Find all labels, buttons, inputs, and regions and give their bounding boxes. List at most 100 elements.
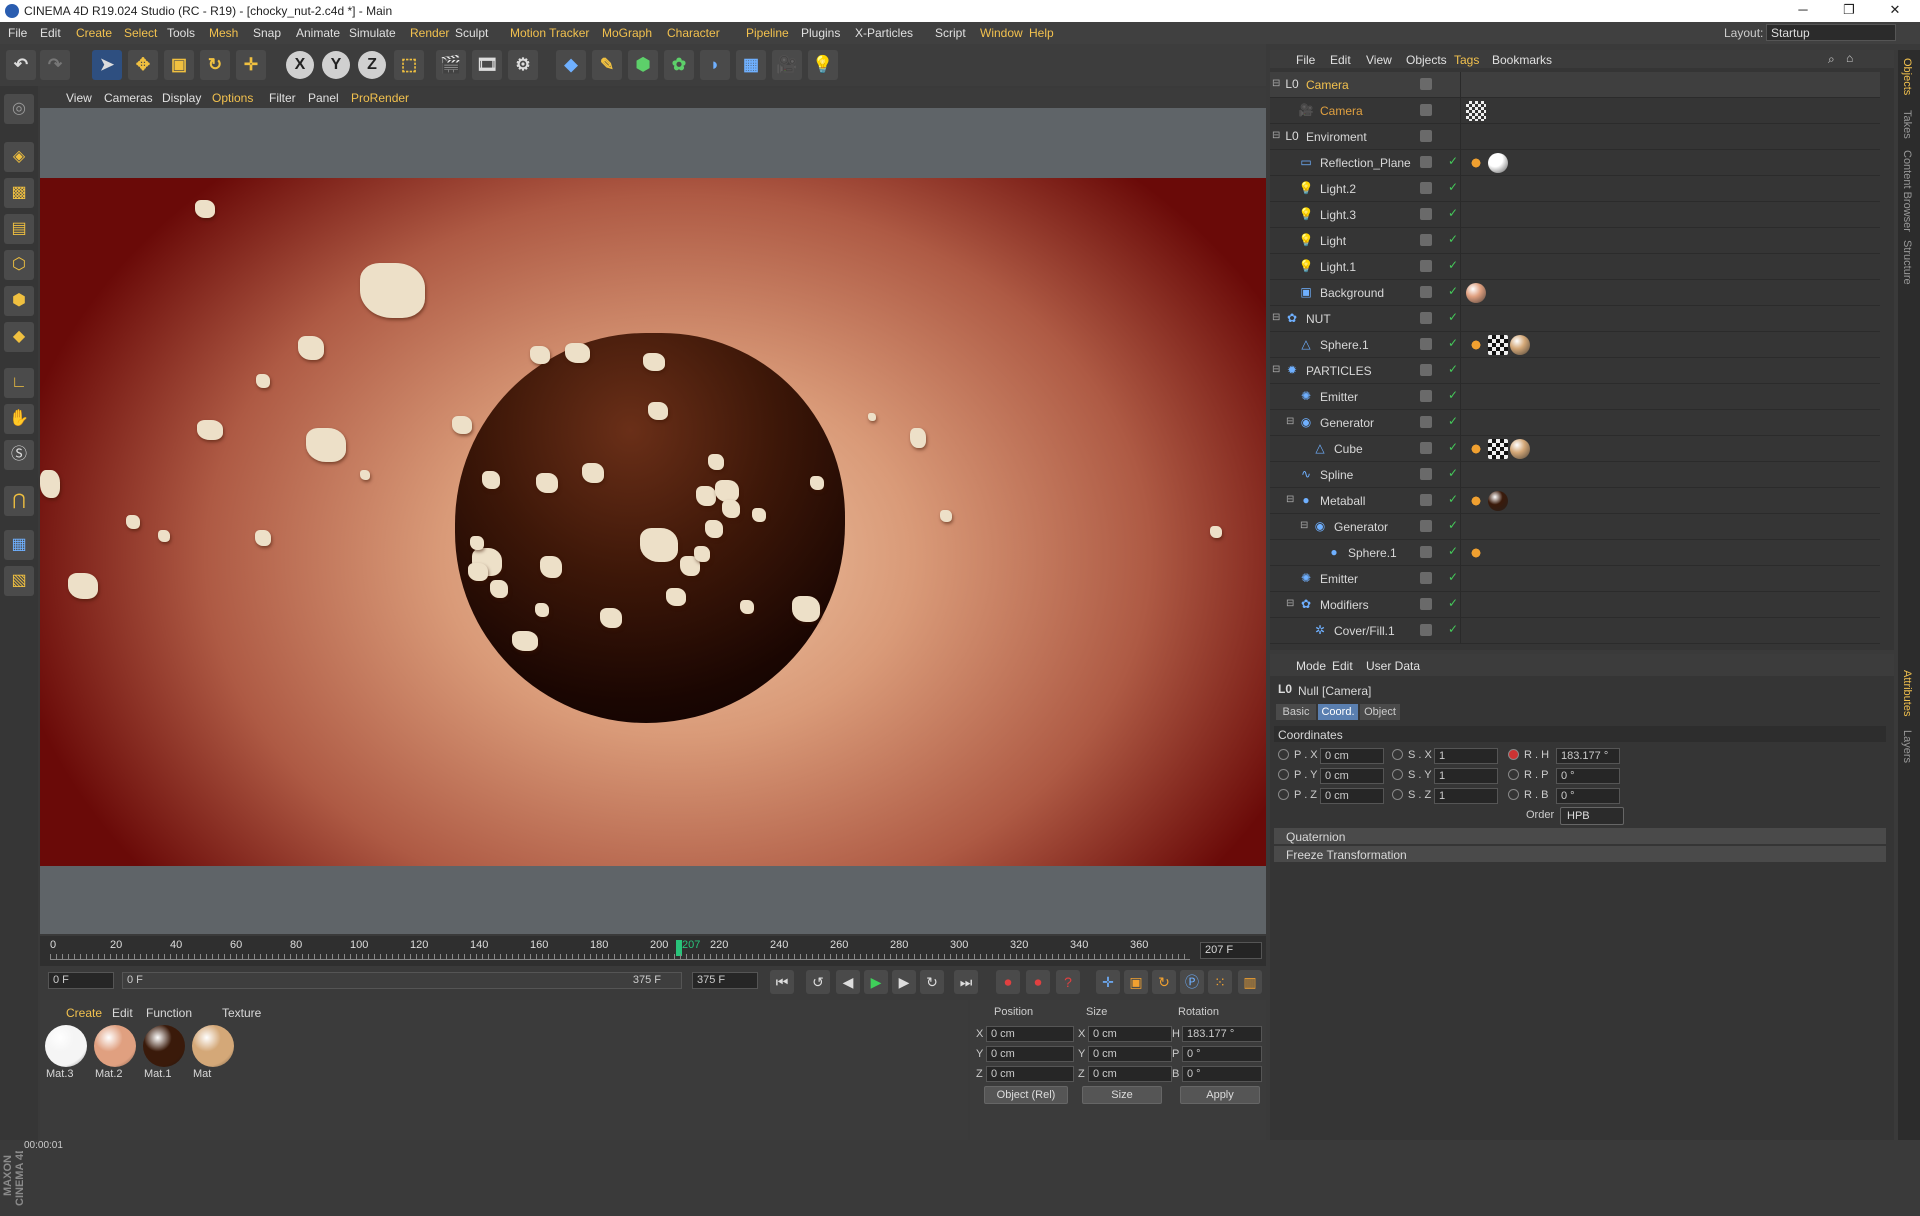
visibility-dots-icon[interactable] xyxy=(1420,182,1432,194)
menu-character[interactable]: Character xyxy=(667,26,720,40)
enabled-check-icon[interactable]: ✓ xyxy=(1448,414,1458,428)
expand-toggle-icon[interactable]: ⊟ xyxy=(1272,312,1280,323)
expand-toggle-icon[interactable]: ⊟ xyxy=(1286,598,1294,609)
object-menu-file[interactable]: File xyxy=(1296,53,1315,67)
enabled-check-icon[interactable]: ✓ xyxy=(1448,518,1458,532)
workplane-icon[interactable]: ▤ xyxy=(4,214,34,244)
coordinate-system-icon[interactable]: ⬚ xyxy=(394,50,424,80)
object-name[interactable]: Emitter xyxy=(1320,390,1358,404)
size-field[interactable]: 0 cm xyxy=(1088,1066,1172,1082)
animate-key-icon[interactable] xyxy=(1392,749,1403,760)
attribute-field[interactable]: 1 xyxy=(1434,788,1498,804)
object-row[interactable]: ⊟ ✹ PARTICLES ✓ xyxy=(1270,358,1880,384)
viewport-menu-cameras[interactable]: Cameras xyxy=(104,91,153,105)
animate-key-icon[interactable] xyxy=(1278,789,1289,800)
phong-tag-icon[interactable] xyxy=(1466,439,1486,459)
object-row[interactable]: ∿ Spline ✓ xyxy=(1270,462,1880,488)
attribute-tab-coord[interactable]: Coord. xyxy=(1318,704,1358,720)
render-view-icon[interactable]: 🎬 xyxy=(436,50,466,80)
collapsed-section-1[interactable]: Freeze Transformation xyxy=(1274,846,1886,862)
axis-mode-icon[interactable]: ∟ xyxy=(4,368,34,398)
object-name[interactable]: Emitter xyxy=(1320,572,1358,586)
visibility-dots-icon[interactable] xyxy=(1420,338,1432,350)
enabled-check-icon[interactable]: ✓ xyxy=(1448,492,1458,506)
polygons-mode-icon[interactable]: ◆ xyxy=(4,322,34,352)
enabled-check-icon[interactable]: ✓ xyxy=(1448,362,1458,376)
phong-tag-icon[interactable] xyxy=(1466,491,1486,511)
visibility-dots-icon[interactable] xyxy=(1420,598,1432,610)
menu-mesh[interactable]: Mesh xyxy=(209,26,238,40)
material-swatch[interactable]: Mat.2 xyxy=(93,1024,137,1080)
order-dropdown[interactable]: HPB xyxy=(1560,807,1624,825)
play-icon[interactable]: ▶ xyxy=(864,970,888,994)
phong-tag-icon[interactable] xyxy=(1466,153,1486,173)
visibility-dots-icon[interactable] xyxy=(1420,520,1432,532)
menu-help[interactable]: Help xyxy=(1029,26,1054,40)
material-menu-create[interactable]: Create xyxy=(66,1006,102,1020)
object-row[interactable]: ▣ Background ✓ xyxy=(1270,280,1880,306)
enabled-check-icon[interactable]: ✓ xyxy=(1448,154,1458,168)
object-name[interactable]: Background xyxy=(1320,286,1384,300)
key-position-icon[interactable]: ✛ xyxy=(1096,970,1120,994)
attribute-field[interactable]: 0 cm xyxy=(1320,768,1384,784)
visibility-dots-icon[interactable] xyxy=(1420,312,1432,324)
object-menu-bookmarks[interactable]: Bookmarks xyxy=(1492,53,1552,67)
viewport-menu-panel[interactable]: Panel xyxy=(308,91,339,105)
visibility-dots-icon[interactable] xyxy=(1420,572,1432,584)
object-row[interactable]: ⊟ ● Metaball ✓ xyxy=(1270,488,1880,514)
key-rotation-icon[interactable]: ↻ xyxy=(1152,970,1176,994)
object-name[interactable]: Cover/Fill.1 xyxy=(1334,624,1395,638)
rotation-field[interactable]: 0 ° xyxy=(1182,1046,1262,1062)
end-frame-field[interactable]: 207 F xyxy=(1200,942,1262,959)
attribute-field[interactable]: 1 xyxy=(1434,768,1498,784)
side-tab-structure[interactable]: Structure xyxy=(1901,240,1913,285)
maximize-button[interactable]: ❐ xyxy=(1826,2,1872,20)
attribute-menu-edit[interactable]: Edit xyxy=(1332,659,1353,673)
previous-key-icon[interactable]: ↺ xyxy=(806,970,830,994)
object-row[interactable]: 💡 Light.1 ✓ xyxy=(1270,254,1880,280)
select-arrow-icon[interactable]: ➤ xyxy=(92,50,122,80)
snap-icon[interactable]: ⋂ xyxy=(4,486,34,516)
enabled-check-icon[interactable]: ✓ xyxy=(1448,310,1458,324)
object-name[interactable]: Light xyxy=(1320,234,1346,248)
start-frame-field[interactable]: 0 F xyxy=(48,972,114,989)
camera-icon[interactable]: 🎥 xyxy=(772,50,802,80)
side-tab-objects[interactable]: Objects xyxy=(1901,58,1913,95)
rotation-field[interactable]: 0 ° xyxy=(1182,1066,1262,1082)
object-row[interactable]: ✲ Cover/Fill.1 ✓ xyxy=(1270,618,1880,644)
enabled-check-icon[interactable]: ✓ xyxy=(1448,336,1458,350)
object-name[interactable]: Cube xyxy=(1334,442,1363,456)
deformer-icon[interactable]: ◗ xyxy=(700,50,730,80)
expand-toggle-icon[interactable]: ⊟ xyxy=(1300,520,1308,531)
apply-button[interactable]: Apply xyxy=(1180,1086,1260,1104)
material-swatch[interactable]: Mat xyxy=(191,1024,235,1080)
object-name[interactable]: Enviroment xyxy=(1306,130,1367,144)
visibility-dots-icon[interactable] xyxy=(1420,208,1432,220)
visibility-dots-icon[interactable] xyxy=(1420,156,1432,168)
texture-mode-icon[interactable]: ▩ xyxy=(4,178,34,208)
menu-tools[interactable]: Tools xyxy=(167,26,195,40)
object-row[interactable]: 💡 Light ✓ xyxy=(1270,228,1880,254)
menu-plugins[interactable]: Plugins xyxy=(801,26,840,40)
enabled-check-icon[interactable]: ✓ xyxy=(1448,466,1458,480)
home-icon[interactable]: ⌂ xyxy=(1846,51,1853,65)
menu-simulate[interactable]: Simulate xyxy=(349,26,396,40)
timeline[interactable]: 207 207 F 0 20 40 60 80 100 120 140 160 180 200 220… xyxy=(40,936,1266,966)
visibility-dots-icon[interactable] xyxy=(1420,390,1432,402)
menu-animate[interactable]: Animate xyxy=(296,26,340,40)
menu-select[interactable]: Select xyxy=(124,26,157,40)
viewport-menu-options[interactable]: Options xyxy=(212,91,253,105)
render-settings-icon[interactable]: ⚙ xyxy=(508,50,538,80)
attribute-field[interactable]: 0 cm xyxy=(1320,748,1384,764)
auto-key-icon[interactable]: ⏺ xyxy=(1026,970,1050,994)
go-to-end-icon[interactable]: ⏭ xyxy=(954,970,978,994)
object-row[interactable]: ⊟ ✿ Modifiers ✓ xyxy=(1270,592,1880,618)
enabled-check-icon[interactable]: ✓ xyxy=(1448,258,1458,272)
object-row[interactable]: 🎥 Camera xyxy=(1270,98,1880,124)
object-menu-objects[interactable]: Objects xyxy=(1406,53,1447,67)
material-swatch[interactable]: Mat.1 xyxy=(142,1024,186,1080)
visibility-dots-icon[interactable] xyxy=(1420,234,1432,246)
workplane-lock-icon[interactable]: ▦ xyxy=(4,530,34,560)
menu-motion-tracker[interactable]: Motion Tracker xyxy=(510,26,589,40)
make-editable-icon[interactable]: ◎ xyxy=(4,94,34,124)
